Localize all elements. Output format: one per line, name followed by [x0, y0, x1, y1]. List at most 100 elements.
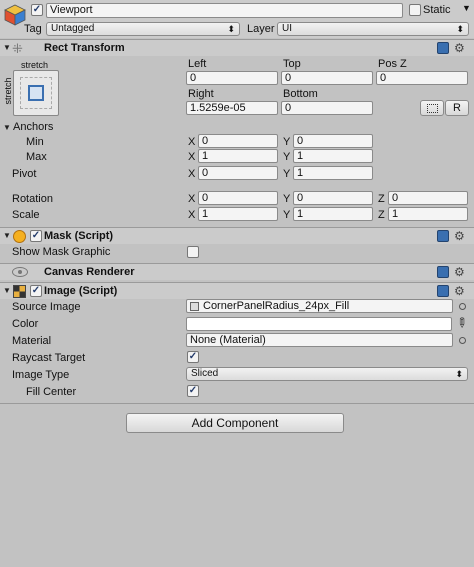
source-image-value: CornerPanelRadius_24px_Fill — [203, 300, 350, 312]
canvas-renderer-title: Canvas Renderer — [44, 266, 135, 278]
bottom-input[interactable]: 0 — [281, 101, 373, 115]
anchors-foldout-icon[interactable]: ▼ — [3, 123, 11, 132]
scale-x-input[interactable]: 1 — [198, 207, 278, 221]
rect-transform-gear-icon[interactable]: ⚙ — [454, 42, 465, 54]
tag-value: Untagged — [51, 23, 95, 34]
scale-label: Scale — [12, 209, 40, 221]
pivot-x-input[interactable]: 0 — [198, 166, 278, 180]
rect-transform-icon: ⁜ — [12, 41, 23, 56]
image-foldout-icon[interactable]: ▼ — [3, 286, 11, 295]
blueprint-dotted-square-icon — [427, 104, 438, 113]
image-title: Image (Script) — [44, 285, 118, 297]
anchor-preset-side-label: stretch — [3, 77, 13, 105]
canvas-renderer-help-icon[interactable] — [437, 266, 449, 278]
image-enabled-checkbox[interactable]: ✓ — [30, 285, 42, 297]
rotation-y-label: Y — [283, 193, 291, 205]
right-input[interactable]: 1.5259e-05 — [186, 101, 278, 115]
eyedropper-icon[interactable]: ✎ — [452, 313, 471, 332]
pivot-y-label: Y — [283, 168, 291, 180]
top-column-label: Top — [283, 58, 301, 70]
tag-chevron-icon: ⬍ — [227, 24, 235, 34]
raycast-target-checkbox[interactable]: ✓ — [187, 351, 199, 363]
anchor-max-y-input[interactable]: 1 — [293, 149, 373, 163]
image-script-icon — [13, 285, 26, 298]
anchor-preset-side-text: stretch — [3, 77, 13, 105]
canvas-renderer-eye-icon — [12, 267, 28, 277]
pivot-x-label: X — [188, 168, 196, 180]
image-type-dropdown[interactable]: Sliced ⬍ — [186, 367, 468, 381]
image-gear-icon[interactable]: ⚙ — [454, 285, 465, 297]
mask-gear-icon[interactable]: ⚙ — [454, 230, 465, 242]
layer-dropdown[interactable]: UI ⬍ — [277, 22, 469, 36]
rotation-label: Rotation — [12, 193, 53, 205]
top-input[interactable]: 0 — [281, 71, 373, 85]
raw-edit-button[interactable]: R — [445, 100, 469, 116]
mask-enabled-checkbox[interactable]: ✓ — [30, 230, 42, 242]
static-dropdown-arrow-icon[interactable]: ▼ — [462, 3, 471, 13]
tag-dropdown[interactable]: Untagged ⬍ — [46, 22, 240, 36]
pivot-y-input[interactable]: 1 — [293, 166, 373, 180]
color-swatch[interactable] — [186, 317, 452, 331]
posz-input[interactable]: 0 — [376, 71, 468, 85]
anchor-preset-button[interactable] — [13, 70, 59, 116]
source-image-picker-icon[interactable] — [459, 303, 466, 310]
scale-y-label: Y — [283, 209, 291, 221]
mask-script-icon — [13, 230, 26, 243]
image-type-value: Sliced — [191, 368, 219, 379]
raw-edit-label: R — [453, 102, 461, 114]
scale-z-input[interactable]: 1 — [388, 207, 468, 221]
mask-title: Mask (Script) — [44, 230, 114, 242]
blueprint-mode-button[interactable] — [420, 100, 444, 116]
anchors-label: Anchors — [13, 121, 54, 133]
anchor-min-y-label: Y — [283, 136, 291, 148]
rect-transform-header[interactable]: ▼ ⁜ Rect Transform ⚙ — [0, 39, 474, 56]
layer-label: Layer — [247, 23, 275, 35]
material-field[interactable]: None (Material) — [186, 333, 453, 347]
left-input[interactable]: 0 — [186, 71, 278, 85]
scale-z-label: Z — [378, 209, 385, 221]
rotation-x-label: X — [188, 193, 196, 205]
anchor-min-y-input[interactable]: 0 — [293, 134, 373, 148]
source-image-field[interactable]: CornerPanelRadius_24px_Fill — [186, 299, 453, 313]
anchor-min-x-input[interactable]: 0 — [198, 134, 278, 148]
anchor-max-label: Max — [26, 151, 47, 163]
image-header[interactable]: ▼ ✓ Image (Script) ⚙ — [0, 282, 474, 299]
scale-x-label: X — [188, 209, 196, 221]
material-picker-icon[interactable] — [459, 337, 466, 344]
rotation-z-input[interactable]: 0 — [388, 191, 468, 205]
layer-value: UI — [282, 23, 292, 34]
rotation-y-input[interactable]: 0 — [293, 191, 373, 205]
right-column-label: Right — [188, 88, 214, 100]
layer-chevron-icon: ⬍ — [456, 24, 464, 34]
rotation-x-input[interactable]: 0 — [198, 191, 278, 205]
image-type-chevron-icon: ⬍ — [455, 369, 463, 379]
tag-label: Tag — [24, 23, 42, 35]
anchor-min-x-label: X — [188, 136, 196, 148]
gameobject-name-input[interactable]: Viewport — [46, 3, 403, 18]
components-divider — [0, 403, 474, 404]
canvas-renderer-gear-icon[interactable]: ⚙ — [454, 266, 465, 278]
pivot-label: Pivot — [12, 168, 37, 180]
sprite-asset-icon — [190, 302, 199, 311]
canvas-renderer-header[interactable]: Canvas Renderer ⚙ — [0, 263, 474, 280]
static-checkbox[interactable] — [409, 4, 421, 16]
scale-y-input[interactable]: 1 — [293, 207, 373, 221]
add-component-button[interactable]: Add Component — [126, 413, 344, 433]
mask-help-icon[interactable] — [437, 230, 449, 242]
source-image-label: Source Image — [12, 301, 81, 313]
gameobject-header: ✓ Viewport Static ▼ Tag Untagged ⬍ Layer… — [0, 0, 474, 38]
raycast-target-label: Raycast Target — [12, 352, 86, 364]
color-label: Color — [12, 318, 39, 330]
mask-foldout-icon[interactable]: ▼ — [3, 231, 11, 240]
rect-transform-help-icon[interactable] — [437, 42, 449, 54]
anchor-max-x-input[interactable]: 1 — [198, 149, 278, 163]
add-component-label: Add Component — [191, 416, 279, 430]
bottom-column-label: Bottom — [283, 88, 318, 100]
image-help-icon[interactable] — [437, 285, 449, 297]
rect-transform-foldout-icon[interactable]: ▼ — [3, 43, 11, 52]
anchor-min-label: Min — [26, 136, 44, 148]
mask-header[interactable]: ▼ ✓ Mask (Script) ⚙ — [0, 227, 474, 244]
gameobject-active-checkbox[interactable]: ✓ — [31, 4, 43, 16]
show-mask-graphic-checkbox[interactable] — [187, 246, 199, 258]
fill-center-checkbox[interactable]: ✓ — [187, 385, 199, 397]
